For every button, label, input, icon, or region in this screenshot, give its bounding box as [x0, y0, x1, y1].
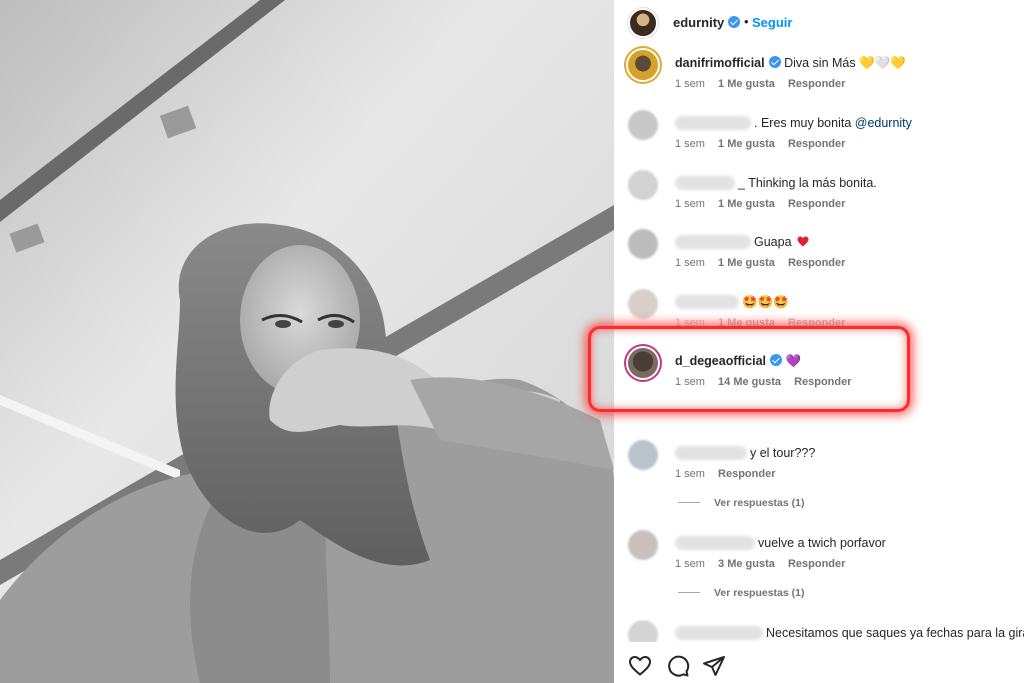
separator-dot: • — [744, 14, 749, 29]
follow-button[interactable]: Seguir — [752, 15, 792, 30]
commenter-avatar[interactable] — [628, 440, 658, 470]
comment-time: 1 sem — [675, 78, 705, 90]
comment-body: y el tour??? — [750, 446, 816, 460]
comment-item: Necesitamos que saques ya fechas para la… — [614, 620, 1024, 642]
comment-text: vuelve a twich porfavor — [675, 536, 886, 550]
verified-badge-icon — [768, 56, 781, 68]
commenter-username[interactable]: danifrimofficial — [675, 56, 781, 70]
replies-divider — [678, 592, 700, 593]
post-photo — [0, 0, 614, 683]
heart-icon[interactable] — [628, 654, 652, 678]
send-icon[interactable] — [702, 654, 726, 678]
blurred-username — [675, 116, 751, 130]
comment-time: 1 sem — [675, 317, 705, 329]
commenter-avatar[interactable] — [628, 620, 658, 642]
comment-item: _ Thinking la más bonita. 1 sem 1 Me gus… — [614, 170, 1024, 226]
comment-body: Guapa — [754, 235, 792, 249]
likes-count[interactable]: 3 Me gusta — [718, 558, 775, 570]
commenter-avatar[interactable] — [628, 50, 658, 80]
reply-button[interactable]: Responder — [794, 376, 851, 388]
red-heart-icon — [797, 236, 809, 247]
likes-count[interactable]: 1 Me gusta — [718, 198, 775, 210]
commenter-avatar[interactable] — [628, 170, 658, 200]
comment-text: y el tour??? — [675, 446, 815, 460]
likes-count[interactable]: 1 Me gusta — [718, 257, 775, 269]
comment-body: vuelve a twich porfavor — [758, 536, 886, 550]
comment-body: 💜 — [785, 354, 802, 368]
likes-count[interactable]: 14 Me gusta — [718, 376, 781, 388]
post-actions-bar — [614, 650, 1024, 680]
comment-time: 1 sem — [675, 468, 705, 480]
comment-meta: 1 sem 14 Me gusta Responder — [675, 376, 862, 388]
comment-item: 🤩🤩🤩 1 sem 1 Me gusta Responder — [614, 289, 1024, 345]
blurred-username — [675, 295, 739, 309]
commenter-username[interactable]: d_degeaofficial — [675, 354, 782, 368]
comments-panel: edurnity • Seguir danifrimofficial Diva … — [614, 0, 1024, 683]
replies-divider — [678, 502, 700, 503]
comment-item: Guapa 1 sem 1 Me gusta Responder — [614, 229, 1024, 285]
likes-count[interactable]: 1 Me gusta — [718, 317, 775, 329]
mention-link[interactable]: @edurnity — [855, 116, 912, 130]
comment-meta: 1 sem 1 Me gusta Responder — [675, 138, 855, 150]
comment-meta: 1 sem 1 Me gusta Responder — [675, 78, 855, 90]
blurred-username — [675, 235, 751, 249]
comment-item: y el tour??? 1 sem Responder — [614, 440, 1024, 496]
comment-body: . Eres muy bonita — [754, 116, 855, 130]
comment-body: _ Thinking la más bonita. — [738, 176, 877, 190]
view-replies-button[interactable]: Ver respuestas (1) — [678, 497, 804, 509]
comment-item-highlighted: d_degeaofficial 💜 1 sem 14 Me gusta Resp… — [614, 348, 1024, 404]
comment-time: 1 sem — [675, 558, 705, 570]
comment-text: _ Thinking la más bonita. — [675, 176, 877, 190]
post-header: edurnity • Seguir — [614, 0, 1024, 46]
reply-button[interactable]: Responder — [788, 78, 845, 90]
reply-button[interactable]: Responder — [718, 468, 775, 480]
blurred-username — [675, 626, 763, 640]
comment-time: 1 sem — [675, 138, 705, 150]
comment-text: . Eres muy bonita @edurnity — [675, 116, 912, 130]
selfie-image — [0, 0, 614, 683]
comment-text: 🤩🤩🤩 — [675, 295, 789, 310]
comment-icon[interactable] — [666, 654, 690, 678]
comment-body: Necesitamos que saques ya fechas para la… — [766, 626, 1024, 640]
comment-meta: 1 sem 1 Me gusta Responder — [675, 198, 855, 210]
commenter-avatar[interactable] — [628, 229, 658, 259]
comment-time: 1 sem — [675, 198, 705, 210]
commenter-avatar[interactable] — [628, 110, 658, 140]
view-replies-button[interactable]: Ver respuestas (1) — [678, 587, 804, 599]
comment-meta: 1 sem 1 Me gusta Responder — [675, 257, 855, 269]
comment-body: 🤩🤩🤩 — [742, 295, 789, 309]
comment-text: Guapa — [675, 235, 809, 249]
verified-badge-icon — [728, 16, 741, 28]
author-username[interactable]: edurnity — [673, 15, 741, 30]
comment-text: Necesitamos que saques ya fechas para la… — [675, 626, 1024, 640]
blurred-username — [675, 446, 747, 460]
commenter-avatar[interactable] — [628, 348, 658, 378]
reply-button[interactable]: Responder — [788, 317, 845, 329]
commenter-avatar[interactable] — [628, 289, 658, 319]
comment-item: vuelve a twich porfavor 1 sem 3 Me gusta… — [614, 530, 1024, 586]
reply-button[interactable]: Responder — [788, 198, 845, 210]
comment-item: . Eres muy bonita @edurnity 1 sem 1 Me g… — [614, 110, 1024, 166]
reply-button[interactable]: Responder — [788, 257, 845, 269]
comment-meta: 1 sem 1 Me gusta Responder — [675, 317, 855, 329]
reply-button[interactable]: Responder — [788, 558, 845, 570]
verified-badge-icon — [770, 354, 782, 366]
likes-count[interactable]: 1 Me gusta — [718, 138, 775, 150]
comment-time: 1 sem — [675, 376, 705, 388]
comment-time: 1 sem — [675, 257, 705, 269]
commenter-avatar[interactable] — [628, 530, 658, 560]
comment-item: danifrimofficial Diva sin Más 💛🤍💛 1 sem … — [614, 50, 1024, 106]
blurred-username — [675, 176, 735, 190]
author-avatar[interactable] — [628, 8, 658, 38]
likes-count[interactable]: 1 Me gusta — [718, 78, 775, 90]
comment-text: danifrimofficial Diva sin Más 💛🤍💛 — [675, 56, 906, 71]
comment-text: d_degeaofficial 💜 — [675, 354, 801, 369]
blurred-username — [675, 536, 755, 550]
comment-meta: 1 sem 3 Me gusta Responder — [675, 558, 855, 570]
comment-meta: 1 sem Responder — [675, 468, 786, 480]
comment-body: Diva sin Más 💛🤍💛 — [784, 56, 906, 70]
reply-button[interactable]: Responder — [788, 138, 845, 150]
